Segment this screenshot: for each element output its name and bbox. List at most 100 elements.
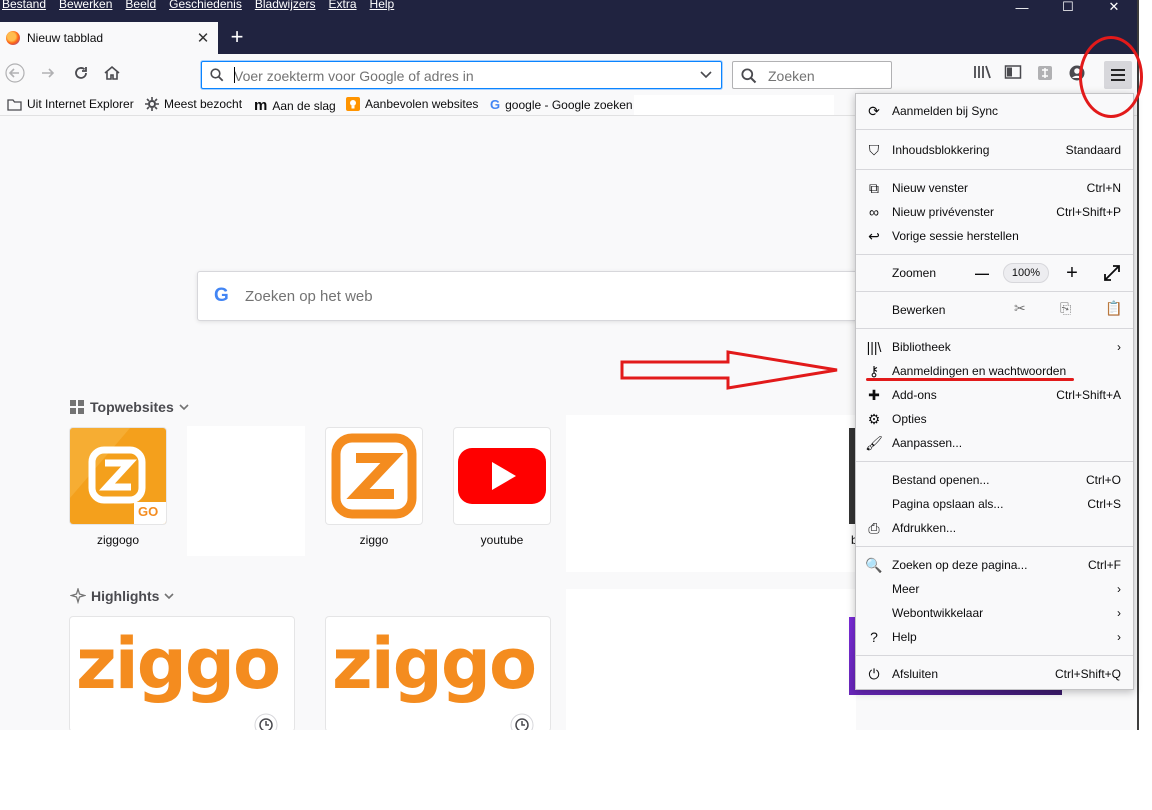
menu-item-label: Inhoudsblokkering [892,143,990,157]
menu-geschiedenis[interactable]: Geschiedenis [169,0,242,13]
topsites-heading[interactable]: Topwebsites [70,399,189,415]
menu-item-new-window[interactable]: ⧉ Nieuw venster Ctrl+N [856,176,1133,200]
menu-item-label: Aanmeldingen en wachtwoorden [892,364,1067,378]
zoom-out-button[interactable]: — [972,261,992,285]
shield-icon: ⛉ [868,141,880,158]
chevron-down-icon [179,404,189,411]
menu-item-label: Pagina opslaan als... [892,497,1004,511]
bookmark-label: google - Google zoeken [505,97,633,112]
bookmark-label: Uit Internet Explorer [27,97,134,111]
mask-icon: ∞ [869,204,879,220]
menu-item-customize[interactable]: 🖌 Aanpassen... [856,431,1133,455]
menu-separator [856,291,1133,292]
gear-icon [145,97,159,111]
topsite-label: youtube [480,533,524,547]
minimize-button[interactable]: — [999,0,1045,16]
bookmark-folder-ie[interactable]: Uit Internet Explorer [7,97,134,111]
chevron-down-icon[interactable] [698,66,714,82]
menu-shortcut: Ctrl+Shift+A [1056,388,1121,402]
fullscreen-icon[interactable] [1100,261,1124,285]
highlight-card[interactable]: ziggo [70,617,294,731]
forward-icon[interactable] [36,63,60,85]
close-window-button[interactable]: ✕ [1091,0,1137,16]
highlights-heading[interactable]: Highlights [70,588,175,604]
menu-item-options[interactable]: ⚙ Opties [856,407,1133,431]
tab-label: Nieuw tabblad [27,31,104,45]
bookmark-most-visited[interactable]: Meest bezocht [145,97,242,111]
menu-separator [856,461,1133,462]
menu-item-zoom: Zoomen [856,261,1133,285]
menu-bladwijzers[interactable]: Bladwijzers [255,0,316,13]
text-cursor [234,67,235,83]
topsite-tile-ziggo[interactable] [326,428,422,524]
chevron-right-icon: › [1117,630,1121,644]
menu-beeld[interactable]: Beeld [125,0,156,13]
bookmark-label: Meest bezocht [164,97,243,111]
menu-item-library[interactable]: |||\ Bibliotheek › [856,335,1133,359]
redacted-area [634,95,834,115]
menu-separator [856,169,1133,170]
extension-icon[interactable] [1034,64,1056,86]
sidebar-icon[interactable] [1002,64,1024,86]
tab-new-tab[interactable]: Nieuw tabblad ✕ [0,22,218,54]
power-icon: ⏻ [868,665,880,682]
menu-separator [856,328,1133,329]
menu-item-label: Meer [892,582,920,596]
menu-shortcut: Ctrl+N [1086,181,1121,195]
bookmark-google[interactable]: G google - Google zoeken [490,97,633,112]
zoom-reset-button[interactable]: 100% [1003,263,1049,283]
topsite-tile-empty[interactable] [187,426,305,556]
menu-item-print[interactable]: ⎙ Afdrukken... [856,516,1133,540]
menu-separator [856,655,1133,656]
menu-item-private-window[interactable]: ∞ Nieuw privévenster Ctrl+Shift+P [856,200,1133,224]
window-edge [1137,0,1152,730]
reload-icon[interactable] [69,63,93,85]
topsite-tile-ziggogo[interactable]: GO [70,428,166,524]
copy-icon[interactable]: ⎘ [1060,300,1071,317]
paste-icon[interactable]: 📋 [1105,300,1122,317]
zoom-in-button[interactable]: + [1062,261,1082,285]
topsite-tile-blank [566,415,856,572]
library-icon[interactable] [971,64,993,86]
menu-item-find[interactable]: 🔍 Zoeken op deze pagina... Ctrl+F [856,553,1133,577]
cut-icon[interactable]: ✂ [1014,300,1026,317]
menu-item-quit[interactable]: ⏻ Afsluiten Ctrl+Shift+Q [856,662,1133,686]
home-icon[interactable] [100,63,124,85]
maximize-button[interactable]: ☐ [1045,0,1091,16]
menu-item-label: Zoeken op deze pagina... [892,558,1028,572]
printer-icon: ⎙ [868,519,880,536]
menu-help[interactable]: Help [370,0,395,13]
menu-item-addons[interactable]: ✚ Add-ons Ctrl+Shift+A [856,383,1133,407]
highlight-card[interactable]: ziggo [326,617,550,731]
menu-item-more[interactable]: Meer › [856,577,1133,601]
web-search-box[interactable]: G Zoeken op het web [197,271,873,321]
menu-extra[interactable]: Extra [329,0,357,13]
menu-shortcut: Ctrl+S [1087,497,1121,511]
sparkle-icon [70,588,86,604]
highlight-card-blank [566,589,856,730]
menu-item-open-file[interactable]: Bestand openen... Ctrl+O [856,468,1133,492]
topsite-tile-youtube[interactable] [454,428,550,524]
menu-item-save-page[interactable]: Pagina opslaan als... Ctrl+S [856,492,1133,516]
key-icon: ⚷ [868,362,880,379]
tab-close-icon[interactable]: ✕ [194,29,212,47]
menu-bewerken[interactable]: Bewerken [59,0,112,13]
back-icon[interactable] [3,63,27,85]
menu-item-help[interactable]: ? Help › [856,625,1133,649]
menu-item-label: Help [892,630,917,644]
bookmark-getting-started[interactable]: m Aan de slag [254,97,336,114]
topsite-label: ziggogo [96,533,140,547]
search-icon [741,68,757,84]
menu-item-restore-session[interactable]: ↩ Vorige sessie herstellen [856,224,1133,248]
menu-item-label: Aanpassen... [892,436,963,450]
menu-shortcut: Ctrl+Shift+Q [1054,667,1121,681]
new-tab-button[interactable]: + [225,26,249,50]
bookmark-recommended[interactable]: Aanbevolen websites [346,97,478,111]
menu-item-content-blocking[interactable]: ⛉ Inhoudsblokkering Standaard [856,138,1133,162]
url-bar[interactable]: Voer zoekterm voor Google of adres in [201,61,722,89]
menu-bestand[interactable]: Bestand [2,0,46,13]
topsite-label: ziggo [359,533,389,547]
menu-separator [856,129,1133,130]
search-bar[interactable]: Zoeken [732,61,892,89]
menu-item-webdev[interactable]: Webontwikkelaar › [856,601,1133,625]
